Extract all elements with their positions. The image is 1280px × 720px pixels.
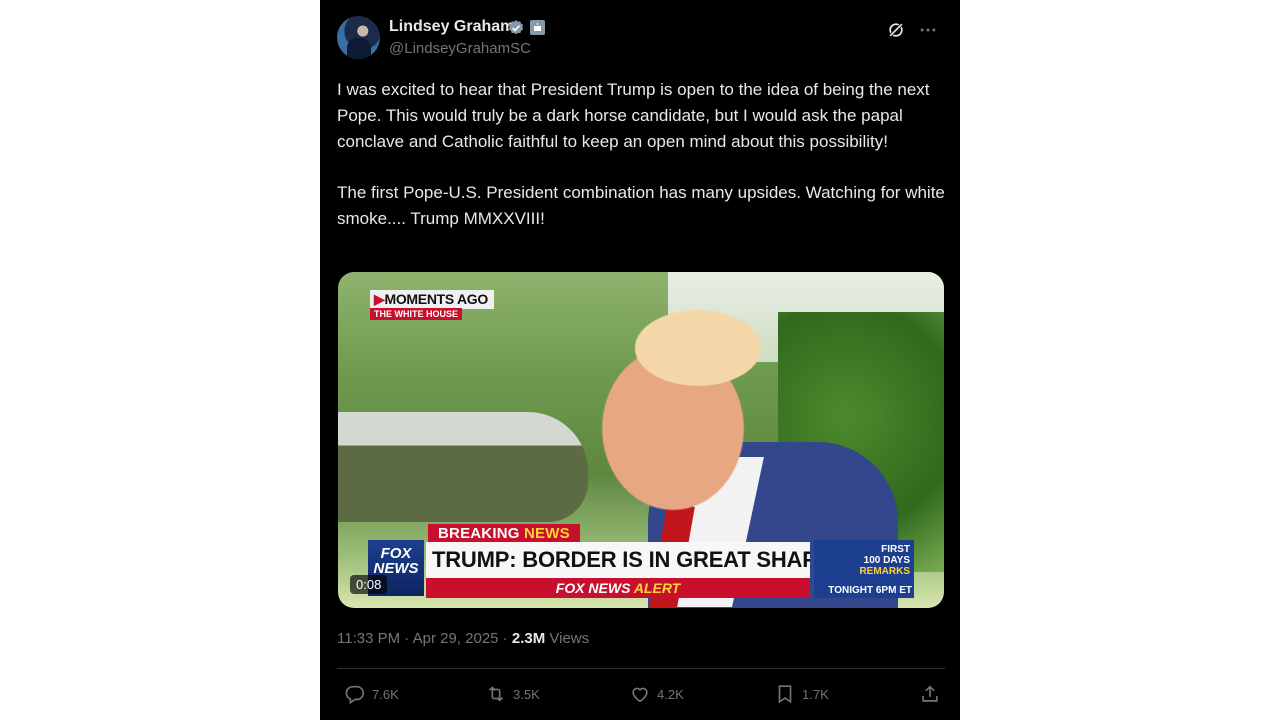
news-alert-bar: FOX NEWS ALERT bbox=[426, 578, 810, 598]
promo-box: FIRST 100 DAYS REMARKS TONIGHT 6PM ET bbox=[814, 540, 914, 598]
video-helicopter bbox=[338, 412, 588, 522]
repost-count: 3.5K bbox=[513, 686, 540, 702]
promo-line-3: REMARKS bbox=[859, 566, 910, 577]
video-person-hair bbox=[588, 294, 788, 414]
like-count: 4.2K bbox=[657, 686, 684, 702]
promo-line-2: 100 DAYS bbox=[863, 555, 910, 566]
action-bar: 7.6K 3.5K 4.2K 1.7K bbox=[337, 680, 945, 710]
tweet-header: Lindsey Graham @LindseyGrahamSC bbox=[337, 16, 944, 62]
promo-time: TONIGHT 6PM ET bbox=[828, 585, 912, 596]
fox-logo-line2: NEWS bbox=[373, 560, 419, 577]
heart-icon bbox=[632, 687, 648, 703]
verified-badge-icon bbox=[508, 20, 524, 35]
like-button[interactable]: 4.2K bbox=[629, 682, 684, 706]
divider bbox=[337, 668, 945, 669]
fox-logo-line1: FOX bbox=[380, 545, 412, 562]
repost-icon bbox=[488, 686, 504, 702]
reply-count: 7.6K bbox=[372, 686, 399, 702]
government-badge-icon bbox=[530, 20, 545, 35]
reply-icon bbox=[345, 685, 365, 705]
tweet-time[interactable]: 11:33 PM bbox=[337, 630, 400, 647]
tweet-card: Lindsey Graham @LindseyGrahamSC I was ex… bbox=[320, 0, 960, 720]
breaking-news-banner: BREAKING NEWS bbox=[428, 524, 580, 543]
location-label: THE WHITE HOUSE bbox=[370, 308, 463, 320]
breaking-word: BREAKING bbox=[438, 525, 520, 542]
more-icon[interactable] bbox=[918, 20, 938, 40]
views-count: 2.3M bbox=[511, 630, 546, 647]
bookmark-button[interactable]: 1.7K bbox=[774, 682, 829, 706]
avatar[interactable] bbox=[337, 16, 380, 59]
views-label: Views bbox=[549, 630, 590, 647]
tweet-meta: 11:33 PM · Apr 29, 2025 · 2.3M Views bbox=[337, 630, 589, 647]
play-triangle-icon: ▶ bbox=[374, 291, 385, 307]
bookmark-icon bbox=[778, 685, 792, 704]
news-headline: TRUMP: BORDER IS IN GREAT SHAPE bbox=[426, 542, 810, 578]
moments-ago-text: MOMENTS AGO bbox=[384, 291, 488, 307]
tweet-text: I was excited to hear that President Tru… bbox=[337, 77, 947, 257]
alert-prefix: FOX NEWS bbox=[555, 580, 631, 596]
grok-icon[interactable] bbox=[886, 20, 906, 40]
moments-ago-label: ▶MOMENTS AGO bbox=[370, 290, 494, 309]
tweet-date[interactable]: Apr 29, 2025 bbox=[413, 630, 499, 647]
video-player[interactable]: ▶MOMENTS AGO THE WHITE HOUSE BREAKING NE… bbox=[338, 272, 944, 608]
promo-line-1: FIRST bbox=[881, 544, 910, 555]
meta-separator-1: · bbox=[400, 630, 413, 647]
share-button[interactable] bbox=[919, 682, 941, 706]
bookmark-count: 1.7K bbox=[802, 686, 829, 702]
reply-button[interactable]: 7.6K bbox=[344, 682, 399, 706]
video-duration: 0:08 bbox=[350, 575, 388, 594]
repost-button[interactable]: 3.5K bbox=[485, 682, 540, 706]
share-icon bbox=[922, 685, 938, 702]
alert-word: ALERT bbox=[633, 580, 681, 596]
meta-separator-2: · bbox=[498, 630, 512, 647]
tweet-paragraph-1: I was excited to hear that President Tru… bbox=[337, 80, 930, 151]
breaking-news-word: NEWS bbox=[523, 525, 570, 542]
author-handle[interactable]: @LindseyGrahamSC bbox=[389, 40, 531, 57]
author-name[interactable]: Lindsey Graham bbox=[389, 18, 514, 36]
tweet-paragraph-2: The first Pope-U.S. President combinatio… bbox=[337, 183, 945, 228]
